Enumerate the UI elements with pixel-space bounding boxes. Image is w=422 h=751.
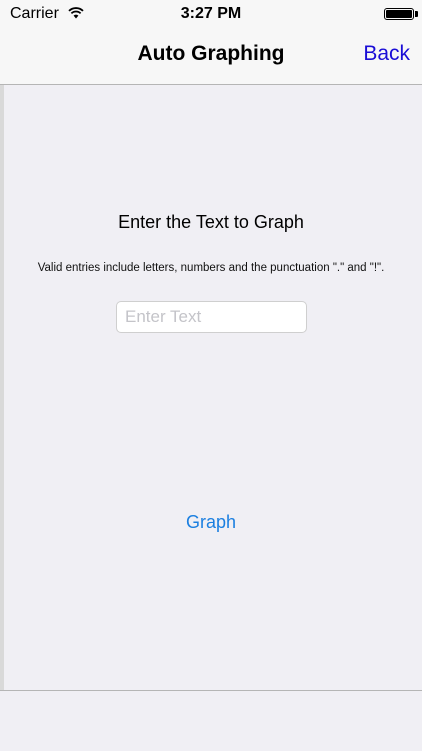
battery-tip: [415, 11, 418, 17]
valid-entries-hint: Valid entries include letters, numbers a…: [37, 262, 385, 274]
battery-icon: [384, 8, 414, 20]
graph-text-input[interactable]: [116, 301, 307, 333]
graph-heading: Enter the Text to Graph: [118, 212, 304, 232]
battery-level: [386, 10, 412, 18]
status-bar: Carrier 3:27 PM: [0, 0, 422, 28]
left-edge-strip: [0, 85, 4, 745]
navigation-bar: Auto Graphing Back: [0, 28, 422, 85]
status-time: 3:27 PM: [180, 5, 242, 22]
graph-button[interactable]: Graph: [171, 512, 251, 533]
back-button[interactable]: Back: [363, 42, 410, 66]
bottom-bar: [0, 690, 422, 751]
page-title: Auto Graphing: [137, 42, 285, 65]
